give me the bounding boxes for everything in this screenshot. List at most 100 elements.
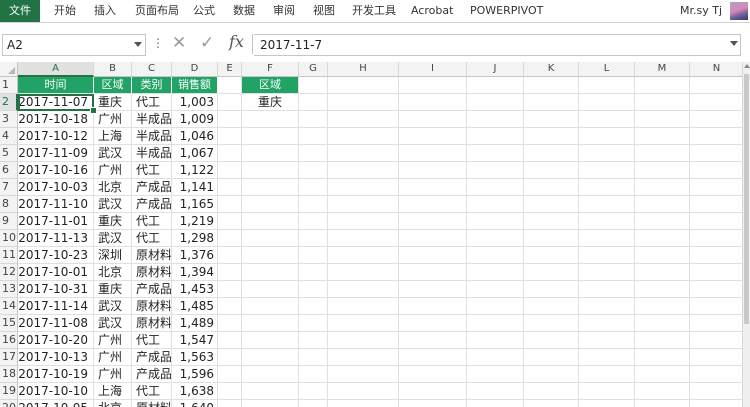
category-cell[interactable]: 代工 bbox=[132, 332, 172, 349]
cell[interactable] bbox=[524, 400, 579, 407]
cell[interactable] bbox=[635, 179, 690, 196]
table-header-cell[interactable]: 区域 bbox=[94, 77, 132, 94]
date-cell[interactable]: 2017-10-12 bbox=[18, 128, 94, 145]
column-header-l[interactable]: L bbox=[579, 62, 635, 77]
column-header-j[interactable]: J bbox=[467, 62, 524, 77]
tab-view[interactable]: 视图 bbox=[313, 0, 335, 22]
sales-cell[interactable]: 1,596 bbox=[172, 366, 218, 383]
cell[interactable] bbox=[328, 111, 399, 128]
cell[interactable] bbox=[579, 366, 635, 383]
column-header-g[interactable]: G bbox=[299, 62, 328, 77]
insert-function-icon[interactable]: fx bbox=[229, 32, 244, 51]
cell[interactable] bbox=[218, 383, 242, 400]
tab-developer[interactable]: 开发工具 bbox=[352, 0, 396, 22]
region-cell[interactable]: 武汉 bbox=[94, 230, 132, 247]
category-cell[interactable]: 产成品 bbox=[132, 349, 172, 366]
cell[interactable] bbox=[299, 111, 328, 128]
cell[interactable] bbox=[635, 400, 690, 407]
check-icon[interactable]: ✓ bbox=[200, 33, 214, 53]
cell[interactable] bbox=[218, 400, 242, 407]
cell[interactable] bbox=[299, 128, 328, 145]
cell[interactable] bbox=[690, 383, 742, 400]
row-header-12[interactable]: 12 bbox=[0, 264, 18, 281]
row-header-1[interactable]: 1 bbox=[0, 77, 18, 94]
cell[interactable] bbox=[690, 111, 742, 128]
sales-cell[interactable]: 1,489 bbox=[172, 315, 218, 332]
cell[interactable] bbox=[218, 94, 242, 111]
cell[interactable] bbox=[218, 230, 242, 247]
row-header-11[interactable]: 11 bbox=[0, 247, 18, 264]
cell[interactable] bbox=[242, 128, 299, 145]
cell[interactable] bbox=[467, 349, 524, 366]
cell[interactable] bbox=[242, 349, 299, 366]
column-header-n[interactable]: N bbox=[690, 62, 742, 77]
date-cell[interactable]: 2017-10-05 bbox=[18, 400, 94, 407]
category-cell[interactable]: 半成品 bbox=[132, 111, 172, 128]
cell[interactable] bbox=[690, 145, 742, 162]
cell[interactable] bbox=[467, 145, 524, 162]
row-header-6[interactable]: 6 bbox=[0, 162, 18, 179]
date-cell[interactable]: 2017-11-10 bbox=[18, 196, 94, 213]
tab-insert[interactable]: 插入 bbox=[94, 0, 116, 22]
sales-cell[interactable]: 1,485 bbox=[172, 298, 218, 315]
cell[interactable] bbox=[299, 230, 328, 247]
cell[interactable] bbox=[299, 332, 328, 349]
cell[interactable] bbox=[328, 77, 399, 94]
date-cell[interactable]: 2017-10-03 bbox=[18, 179, 94, 196]
cell[interactable] bbox=[467, 247, 524, 264]
criteria-header-cell[interactable]: 区域 bbox=[242, 77, 299, 94]
cell[interactable] bbox=[579, 179, 635, 196]
cell[interactable] bbox=[579, 349, 635, 366]
cell[interactable] bbox=[635, 162, 690, 179]
cell[interactable] bbox=[218, 145, 242, 162]
cell[interactable] bbox=[467, 315, 524, 332]
cell[interactable] bbox=[242, 196, 299, 213]
cell[interactable] bbox=[524, 94, 579, 111]
cell[interactable] bbox=[399, 264, 467, 281]
cell[interactable] bbox=[635, 77, 690, 94]
cell[interactable] bbox=[299, 383, 328, 400]
region-cell[interactable]: 深圳 bbox=[94, 247, 132, 264]
cell[interactable] bbox=[242, 111, 299, 128]
cell[interactable] bbox=[635, 349, 690, 366]
cell[interactable] bbox=[467, 383, 524, 400]
cell[interactable] bbox=[635, 213, 690, 230]
cell[interactable] bbox=[328, 298, 399, 315]
cell[interactable] bbox=[524, 179, 579, 196]
cell[interactable] bbox=[690, 315, 742, 332]
region-cell[interactable]: 重庆 bbox=[94, 281, 132, 298]
cell[interactable] bbox=[690, 162, 742, 179]
cell[interactable] bbox=[328, 264, 399, 281]
cell[interactable] bbox=[299, 349, 328, 366]
tab-powerpivot[interactable]: POWERPIVOT bbox=[470, 0, 543, 22]
sales-cell[interactable]: 1,394 bbox=[172, 264, 218, 281]
cell[interactable] bbox=[242, 145, 299, 162]
cell[interactable] bbox=[242, 230, 299, 247]
cell[interactable] bbox=[579, 213, 635, 230]
region-cell[interactable]: 重庆 bbox=[94, 94, 132, 111]
cell[interactable] bbox=[242, 400, 299, 407]
cell[interactable] bbox=[299, 315, 328, 332]
cell[interactable] bbox=[579, 128, 635, 145]
cell[interactable] bbox=[242, 162, 299, 179]
cell[interactable] bbox=[524, 196, 579, 213]
row-header-19[interactable]: 19 bbox=[0, 383, 18, 400]
cell[interactable] bbox=[690, 349, 742, 366]
cell[interactable] bbox=[690, 247, 742, 264]
cell[interactable] bbox=[328, 332, 399, 349]
cell[interactable] bbox=[242, 315, 299, 332]
cell[interactable] bbox=[579, 162, 635, 179]
category-cell[interactable]: 代工 bbox=[132, 230, 172, 247]
cell[interactable] bbox=[467, 230, 524, 247]
cell[interactable] bbox=[328, 145, 399, 162]
cell[interactable] bbox=[467, 94, 524, 111]
cell[interactable] bbox=[635, 94, 690, 111]
cell[interactable] bbox=[467, 111, 524, 128]
cell[interactable] bbox=[635, 247, 690, 264]
cell[interactable] bbox=[635, 264, 690, 281]
cell[interactable] bbox=[579, 298, 635, 315]
cell[interactable] bbox=[299, 264, 328, 281]
region-cell[interactable]: 广州 bbox=[94, 162, 132, 179]
cell[interactable] bbox=[524, 332, 579, 349]
region-cell[interactable]: 武汉 bbox=[94, 145, 132, 162]
